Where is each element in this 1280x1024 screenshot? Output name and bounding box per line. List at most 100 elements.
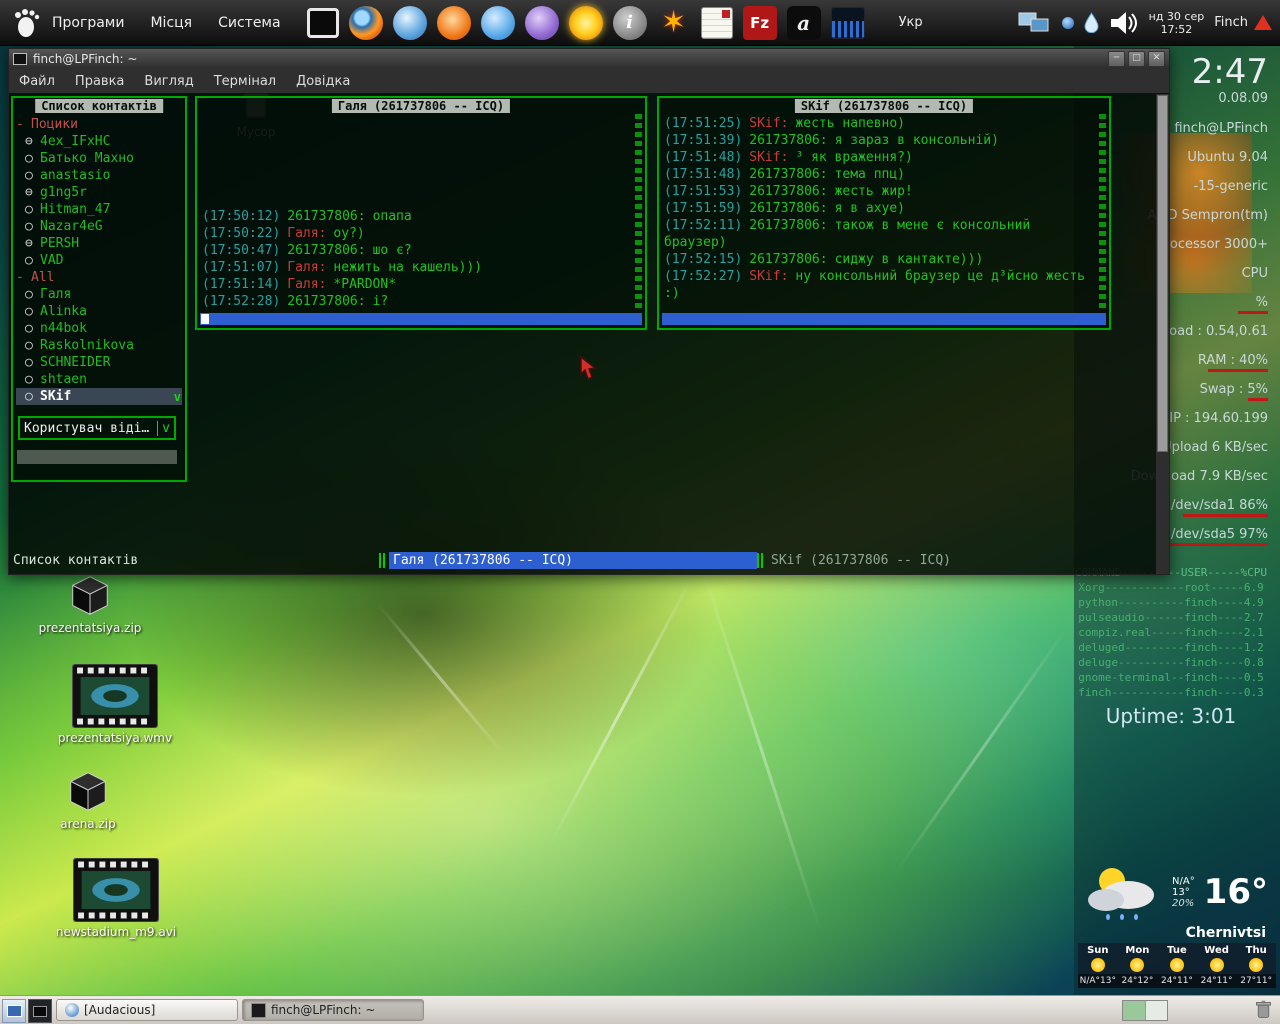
terminal-content[interactable]: Список контактів - Поцики ⊖ 4ex_IFxHC ○ Бат…	[9, 94, 1169, 574]
finch-taskbar-separator-icon	[379, 553, 386, 568]
burst-icon[interactable]: ✶	[657, 5, 691, 40]
chat-message: браузер)	[664, 234, 1095, 251]
buddy-list-item[interactable]: ○ SCHNEIDER	[16, 354, 182, 371]
buddy-list-scroll-indicator[interactable]: v	[174, 390, 181, 404]
finch-alert[interactable]: Finch	[1214, 15, 1272, 30]
scrollbar-thumb[interactable]	[1157, 95, 1168, 453]
pidgin-icon[interactable]	[524, 5, 559, 40]
buddy-list-item[interactable]: - Поцики	[16, 116, 182, 133]
message-nick: SKif:	[749, 116, 789, 131]
finch-taskbar-window[interactable]: SKif (261737806 -- ICQ)	[757, 552, 1115, 569]
buddy-list-item[interactable]: ○ Raskolnikova	[16, 337, 182, 354]
message-text: :)	[664, 286, 680, 301]
forecast-sun-icon	[1130, 958, 1145, 972]
buddy-list-item[interactable]: ○ Hitman_47	[16, 201, 182, 218]
trash-applet-icon[interactable]	[1253, 999, 1274, 1024]
desktop: Мусор	[0, 0, 1280, 1024]
orange-app-icon[interactable]	[436, 5, 471, 40]
buddy-list-item[interactable]: ○ n44bok	[16, 320, 182, 337]
panel-launchers: i ✶ Fz a	[306, 5, 865, 40]
buddy-list-item[interactable]: ⊖ 4ex_IFxHC	[16, 133, 182, 150]
message-text: я в ахуе)	[834, 201, 906, 216]
buddy-list-item[interactable]: ⊖ g1ng5r	[16, 184, 182, 201]
network-monitors-icon[interactable]	[1018, 11, 1052, 35]
terminal-menu-item[interactable]: Вигляд	[144, 74, 193, 89]
message-text: сиджу в кантакте)))	[834, 252, 984, 267]
status-dropdown[interactable]: Користувач віді… v	[18, 416, 176, 440]
workspace-switcher[interactable]	[1122, 1000, 1168, 1021]
panel-clock[interactable]: нд 30 сер 17:52	[1149, 10, 1205, 36]
equalizer-icon[interactable]	[830, 6, 865, 39]
keyboard-layout-indicator[interactable]: Укр	[899, 15, 923, 30]
panel-menu[interactable]: Програми	[52, 15, 124, 31]
buddy-list-item[interactable]: ○ VAD	[16, 252, 182, 269]
forecast-day: Mon 24°12°	[1117, 945, 1158, 988]
buddy-list-item[interactable]: ○ SKif	[16, 388, 182, 405]
desktop-icon[interactable]: newstadium_m9.avi	[35, 858, 197, 939]
buddy-list-item[interactable]: ○ Батько Махно	[16, 150, 182, 167]
web-browser-icon[interactable]	[392, 5, 427, 40]
process-row: finch-----------finch----0.3	[1078, 686, 1264, 699]
taskbar-window-button[interactable]: finch@LPFinch: ~	[242, 999, 424, 1021]
system-tray: нд 30 сер 17:52 Finch	[1018, 9, 1280, 37]
message-text: жесть напевно)	[795, 116, 905, 131]
desktop-icon[interactable]: arena.zip	[32, 768, 144, 831]
chat-window-skif-title[interactable]: SKif (261737806 -- ICQ)	[794, 99, 974, 113]
firefox-icon[interactable]	[348, 5, 383, 40]
show-desktop-button[interactable]	[2, 999, 26, 1023]
maximize-button[interactable]: □	[1128, 51, 1145, 67]
terminal-scrollbar[interactable]	[1156, 94, 1169, 574]
finch-taskbar-buddylist[interactable]: Список контактів	[13, 552, 138, 569]
terminal-titlebar[interactable]: finch@LPFinch: ~ ─ □ ✕	[9, 49, 1169, 69]
finch-taskbar-window[interactable]: Галя (261737806 -- ICQ)	[379, 552, 757, 569]
buddy-status-icon: ○	[25, 338, 33, 353]
water-drop-icon[interactable]	[1084, 12, 1099, 33]
buddy-list-item[interactable]: ○ anastasio	[16, 167, 182, 184]
chat-message: (17:51:14) Галя: *PARDON*	[202, 276, 631, 293]
minimize-button[interactable]: ─	[1108, 51, 1125, 67]
workspace[interactable]	[1145, 1001, 1167, 1020]
desktop-icon-label: prezentatsiya.wmv	[57, 731, 173, 745]
message-nick: 261737806:	[749, 218, 828, 233]
terminal-launcher-icon[interactable]	[306, 7, 339, 38]
forecast-sun-icon	[1249, 958, 1264, 972]
desktop-icon[interactable]: prezentatsiya.zip	[30, 572, 150, 635]
gnome-menu-icon[interactable]	[8, 6, 42, 40]
message-nick: 261737806:	[287, 209, 366, 224]
volume-icon[interactable]	[1109, 9, 1139, 37]
buddy-list-item[interactable]: ○ Alinka	[16, 303, 182, 320]
terminal-menu-item[interactable]: Правка	[75, 74, 124, 89]
buddy-list-item[interactable]: ○ Nazar4eG	[16, 218, 182, 235]
taskbar-window-button[interactable]: [Audacious]	[56, 999, 238, 1021]
terminal-menu-item[interactable]: Термінал	[214, 74, 276, 89]
terminal-menu-item[interactable]: Довідка	[296, 74, 350, 89]
terminal-menu-item[interactable]: Файл	[19, 74, 55, 89]
buddy-list-item[interactable]: - All	[16, 269, 182, 286]
audacious-icon[interactable]: a	[786, 5, 821, 40]
chat-input-galya[interactable]	[200, 313, 642, 325]
filezilla-icon[interactable]: Fz	[742, 5, 777, 40]
buddy-list-item[interactable]: ○ Галя	[16, 286, 182, 303]
buddy-list-item[interactable]: ⊖ PERSH	[16, 235, 182, 252]
info-icon[interactable]: i	[612, 5, 647, 40]
chat-window-galya-title[interactable]: Галя (261737806 -- ICQ)	[331, 99, 511, 113]
desktop-icon[interactable]: prezentatsiya.wmv	[40, 664, 190, 745]
status-dropdown-value: Користувач віді…	[24, 420, 150, 436]
close-button[interactable]: ✕	[1148, 51, 1165, 67]
process-row: Xorg------------root-----6.9	[1078, 581, 1264, 594]
update-icon[interactable]	[1061, 16, 1074, 29]
message-text: тема ппц)	[834, 167, 906, 182]
chat-input-skif[interactable]	[662, 313, 1106, 325]
panel-menu[interactable]: Система	[218, 15, 280, 31]
panel-menu[interactable]: Місця	[150, 15, 192, 31]
sun-app-icon[interactable]	[568, 5, 603, 40]
message-nick: Галя:	[287, 277, 327, 292]
chat-app-icon[interactable]	[480, 5, 515, 40]
chat-scrollbar[interactable]	[1099, 114, 1106, 310]
workspace-active[interactable]	[1123, 1001, 1146, 1020]
buddy-list-item[interactable]: ○ shtaen	[16, 371, 182, 388]
chat-message: (17:52:11) 261737806: також в мене є консо…	[664, 217, 1095, 234]
terminal-window: finch@LPFinch: ~ ─ □ ✕ Файл Правка Вигляд Тер…	[8, 48, 1170, 575]
notes-icon[interactable]	[700, 6, 733, 39]
chat-scrollbar[interactable]	[635, 114, 642, 310]
